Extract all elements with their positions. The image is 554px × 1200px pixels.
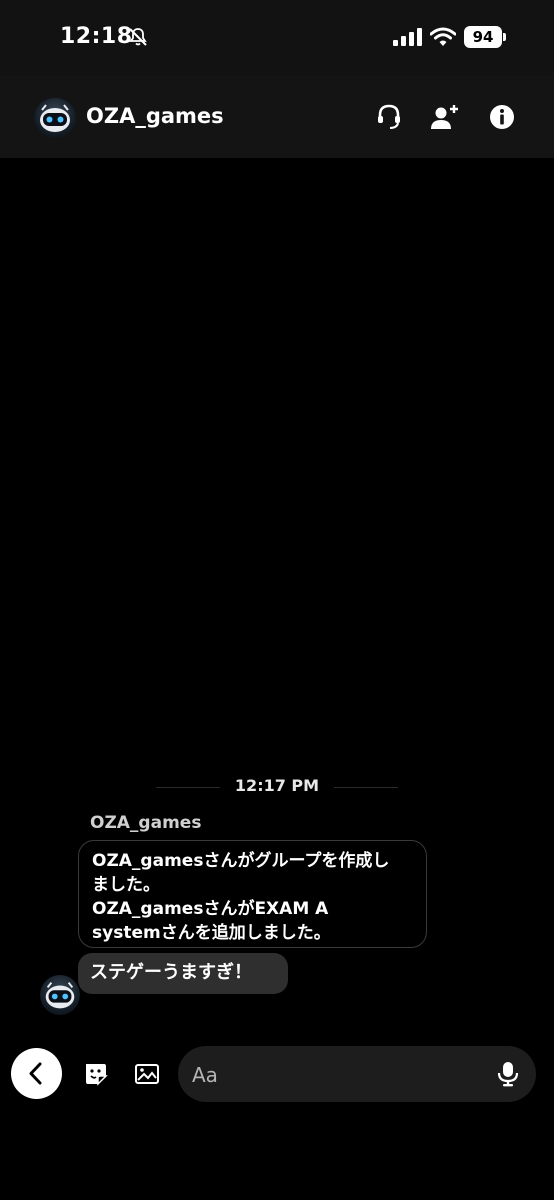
bell-slash-icon (129, 28, 147, 46)
status-time: 12:18 (60, 24, 133, 49)
chevron-left-icon (29, 1062, 42, 1085)
system-message-line: OZA_gamesさんがEXAM A (92, 899, 329, 919)
message-input[interactable] (192, 1060, 482, 1090)
avatar[interactable] (34, 98, 76, 138)
cellular-signal-icon (393, 28, 422, 46)
system-message-line: OZA_gamesさんがグループを作成し (92, 851, 390, 871)
headset-icon[interactable] (374, 102, 404, 132)
message-composer[interactable] (178, 1046, 536, 1102)
chat-header: OZA_games (0, 76, 554, 158)
wifi-icon (430, 27, 456, 46)
info-icon[interactable] (487, 102, 517, 132)
message-timestamp: 12:17 PM (234, 776, 320, 795)
status-bar: 12:18 94 (0, 0, 554, 76)
battery-indicator: 94 (464, 26, 506, 48)
microphone-icon[interactable] (496, 1061, 520, 1087)
sender-name: OZA_games (90, 813, 202, 833)
chat-title[interactable]: OZA_games (86, 104, 224, 128)
back-button[interactable] (11, 1048, 62, 1099)
sticker-icon[interactable] (83, 1062, 109, 1086)
avatar[interactable] (40, 975, 80, 1015)
system-message-line: ました。 (92, 875, 160, 895)
image-icon[interactable] (134, 1062, 160, 1086)
system-message-line: systemさんを追加しました。 (92, 923, 331, 943)
robot-avatar-icon (40, 104, 70, 132)
add-person-icon[interactable] (430, 102, 460, 132)
system-message-bubble: OZA_gamesさんがグループを作成し ました。 OZA_gamesさんがEX… (78, 840, 427, 948)
robot-avatar-icon (45, 982, 75, 1009)
message-bubble[interactable]: ステゲーうますぎ！ (78, 953, 288, 994)
